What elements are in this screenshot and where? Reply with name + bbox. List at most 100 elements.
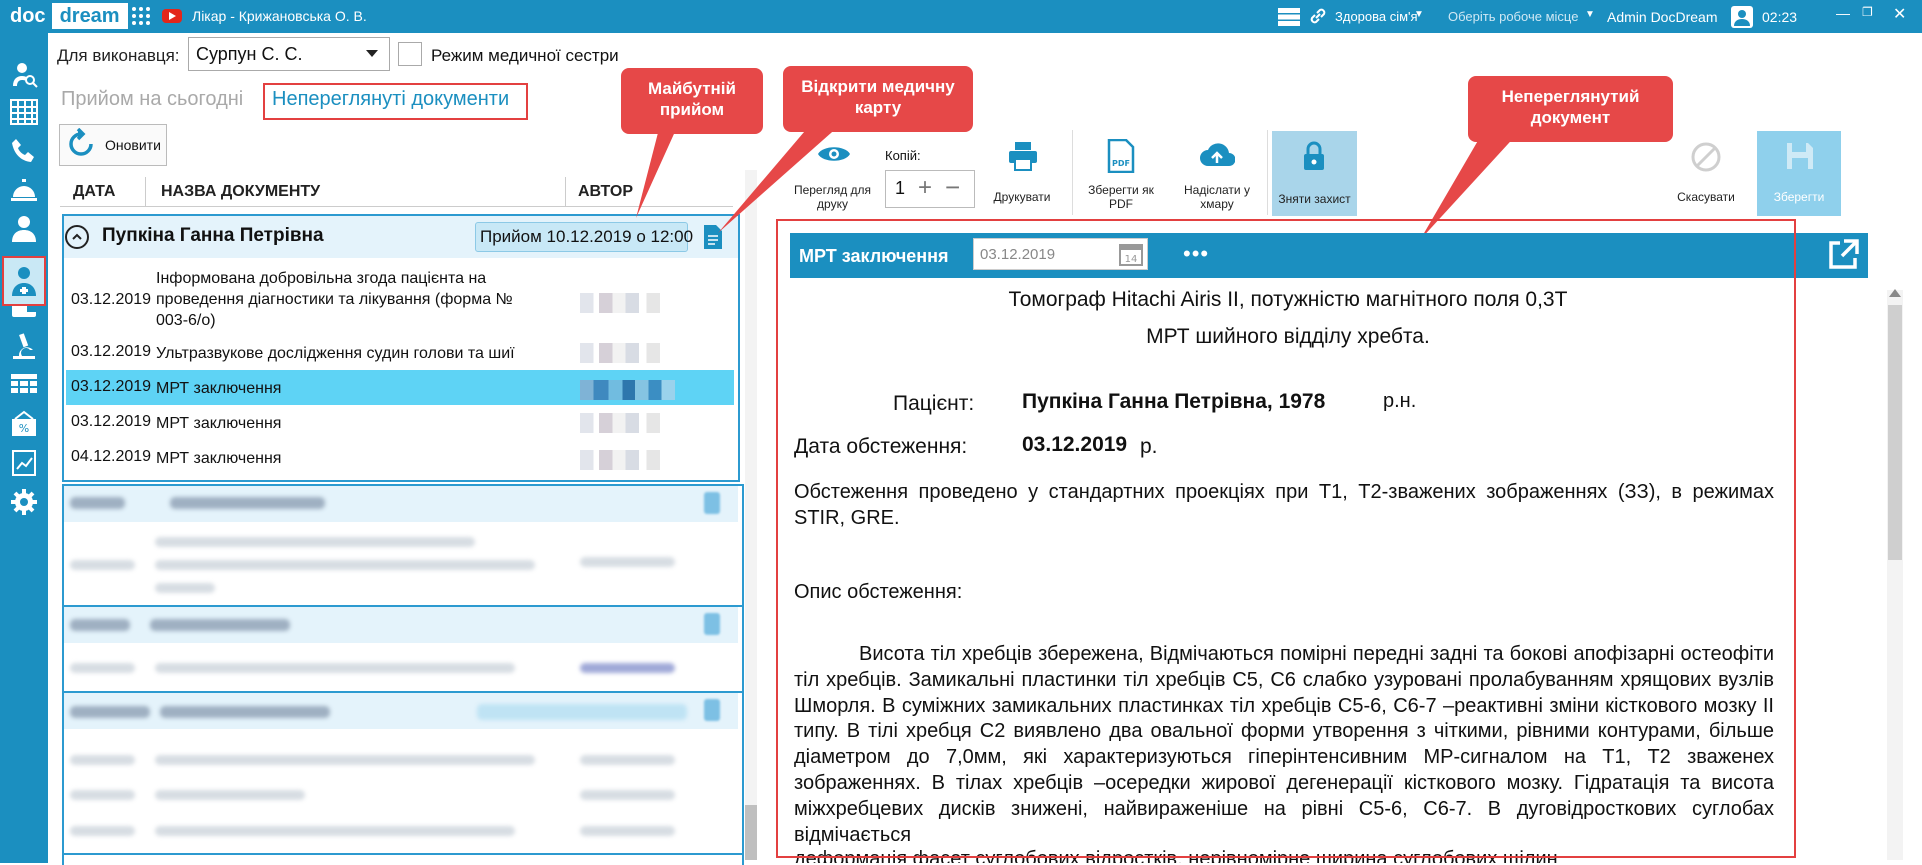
blurred-text [155,663,515,673]
blurred-text [580,826,675,836]
tab-unviewed[interactable]: Непереглянуті документи [272,88,509,111]
sidebar-active-highlight [2,256,46,306]
row-date[interactable]: 03.12.2019 [71,378,151,396]
appointment-text[interactable]: Прийом 10.12.2019 о 12:00 [480,227,693,247]
microscope-icon[interactable] [9,331,39,361]
left-scrollbar-thumb[interactable] [745,805,757,860]
print-label[interactable]: Друкувати [982,190,1062,204]
cancel-icon[interactable] [1690,141,1722,173]
blurred-text [580,663,675,673]
clock: 02:23 [1762,9,1798,25]
schedule-grid-icon[interactable] [9,97,39,127]
row-title[interactable]: Ультразвукове дослідження судин голови т… [156,343,515,364]
calendar-grid-icon[interactable] [9,370,39,400]
app-logo: doc dream [6,2,128,30]
send-cloud-label[interactable]: Надіслати у хмару [1173,183,1261,211]
workplace-dropdown-icon[interactable]: ▼ [1585,9,1595,20]
row-title[interactable]: МРТ заключення [156,448,281,469]
col-title-header[interactable]: НАЗВА ДОКУМЕНТУ [161,183,320,201]
printer-icon[interactable] [1007,140,1039,172]
callout-unviewed-doc: Непереглянутий документ [1468,76,1673,142]
pdf-icon[interactable]: PDF [1107,139,1135,173]
blurred-text [580,557,675,567]
save-pdf-label[interactable]: Зберегти як PDF [1082,183,1160,211]
left-scrollbar[interactable] [745,170,757,860]
patient-name: Пупкіна Ганна Петрівна [102,225,324,246]
row-author-blurred [580,450,675,470]
performer-label: Для виконавця: [57,46,180,65]
doctor-icon[interactable] [9,214,39,244]
plus-icon[interactable]: + [918,174,932,202]
performer-value[interactable]: Сурпун С. С. [196,44,303,65]
organization-name[interactable]: Здорова сім'я [1335,9,1418,24]
workplace-select[interactable]: Оберіть робоче місце [1448,9,1578,24]
nurse-mode-checkbox[interactable] [398,42,422,66]
blurred-text [70,755,135,765]
blurred-text [70,790,135,800]
settings-gear-icon[interactable] [9,487,39,517]
chevron-down-icon[interactable] [366,50,378,57]
scroll-up-icon[interactable] [1889,289,1901,297]
row-author-blurred [580,343,675,363]
reception-bell-icon[interactable] [9,175,39,205]
save-label[interactable]: Зберегти [1757,190,1841,204]
user-avatar-icon[interactable] [1731,6,1753,28]
callout-open-card: Відкрити медичну карту [783,66,973,132]
blurred-text [155,790,305,800]
close-icon[interactable]: ✕ [1893,4,1906,24]
cloud-upload-icon[interactable] [1199,142,1235,168]
blurred-text [155,560,535,570]
collapse-icon[interactable] [65,225,89,249]
apps-grid-icon[interactable] [131,6,151,26]
logo-dream-text: dream [51,3,128,29]
minimize-icon[interactable]: — [1836,5,1850,21]
toolbar-divider [1072,130,1073,215]
blurred-badge [477,704,687,720]
blurred-text [70,619,130,631]
blurred-text [580,755,675,765]
video-play-icon[interactable] [162,9,182,23]
minus-icon[interactable]: − [945,172,960,203]
refresh-icon[interactable] [65,127,97,160]
medical-card-icon [704,613,720,635]
row-date[interactable]: 03.12.2019 [71,291,151,309]
user-search-icon[interactable] [9,59,39,89]
row-title[interactable]: Інформована добровільна згода пацієнта н… [156,268,546,331]
restore-icon[interactable]: ❐ [1862,5,1873,19]
blurred-text [155,583,215,593]
row-date[interactable]: 04.12.2019 [71,448,151,466]
lock-icon[interactable] [1302,141,1326,171]
nurse-mode-label[interactable]: Режим медичної сестри [431,46,619,66]
logo-doc-text: doc [10,4,46,27]
copies-value[interactable]: 1 [895,178,905,199]
row-date[interactable]: 03.12.2019 [71,343,151,361]
blurred-text [170,497,325,509]
sidebar: % [0,33,48,863]
row-date[interactable]: 03.12.2019 [71,413,151,431]
organization-dropdown-icon[interactable]: ▼ [1414,9,1424,20]
row-title[interactable]: МРТ заключення [156,378,281,399]
row-title[interactable]: МРТ заключення [156,413,281,434]
open-external-icon[interactable] [1826,238,1860,272]
report-chart-icon[interactable] [9,448,39,478]
patient-group-header-blurred [64,486,738,522]
link-icon[interactable] [1308,6,1328,26]
user-name[interactable]: Admin DocDream [1607,9,1717,25]
save-disk-icon[interactable] [1784,140,1816,172]
document-scrollbar-thumb[interactable] [1888,305,1902,560]
discount-mail-icon[interactable]: % [9,409,39,439]
blurred-text [155,755,535,765]
blurred-text [160,706,330,718]
copies-label: Копій: [885,148,921,163]
svg-text:PDF: PDF [1112,159,1130,168]
unlock-label[interactable]: Зняти захист [1272,192,1357,206]
medical-card-icon [704,699,720,721]
phone-icon[interactable] [9,136,39,166]
refresh-label[interactable]: Оновити [105,137,161,153]
row-author-blurred [580,293,675,313]
server-icon[interactable] [1278,8,1300,26]
tab-today[interactable]: Прийом на сьогодні [61,88,243,111]
cancel-label[interactable]: Скасувати [1666,190,1746,204]
blurred-text [70,826,135,836]
col-date-header[interactable]: ДАТА [73,183,115,201]
